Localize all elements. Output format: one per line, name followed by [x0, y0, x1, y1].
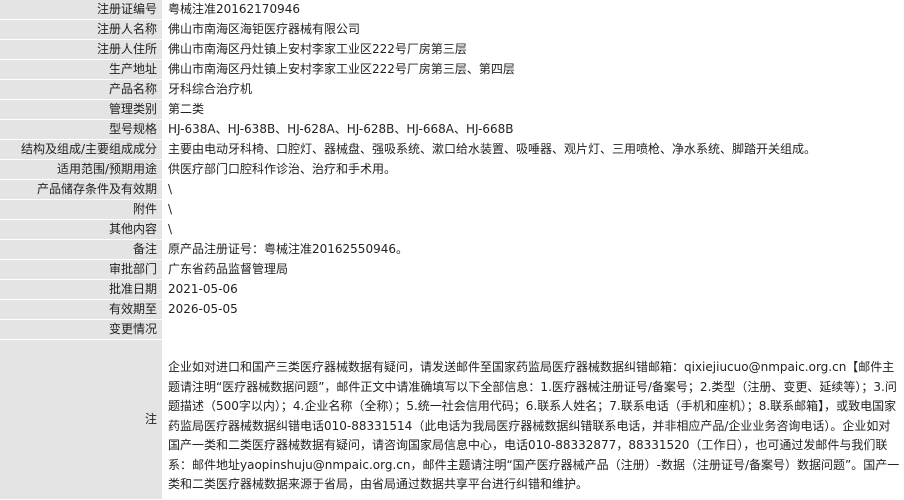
field-value: 供医疗部门口腔科作诊治、治疗和手术用。 — [162, 160, 904, 180]
field-label: 有效期至 — [0, 300, 162, 320]
info-row: 变更情况 — [0, 320, 904, 340]
note-text: 企业如对进口和国产三类医疗器械数据有疑问，请发送邮件至国家药监局医疗器械数据纠错… — [168, 360, 900, 491]
field-value: \ — [162, 200, 904, 220]
field-value — [162, 320, 904, 340]
field-label: 审批部门 — [0, 260, 162, 280]
registration-info-table: 注册证编号 粤械注准20162170946 注册人名称 佛山市南海区海钜医疗器械有限… — [0, 0, 904, 500]
field-value: \ — [162, 180, 904, 200]
field-value: 牙科综合治疗机 — [162, 80, 904, 100]
field-value: HJ-638A、HJ-638B、HJ-628A、HJ-628B、HJ-668A、… — [162, 120, 904, 140]
field-value: 广东省药品监督管理局 — [162, 260, 904, 280]
info-row: 结构及组成/主要组成成分 主要由电动牙科椅、口腔灯、器械盘、强吸系统、漱口给水装置… — [0, 140, 904, 160]
field-value: 2026-05-05 — [162, 300, 904, 320]
info-row: 产品名称 牙科综合治疗机 — [0, 80, 904, 100]
field-label: 批准日期 — [0, 280, 162, 300]
info-rows: 注册证编号 粤械注准20162170946 注册人名称 佛山市南海区海钜医疗器械有限… — [0, 0, 904, 500]
info-row: 注册人住所 佛山市南海区丹灶镇上安村李家工业区222号厂房第三层 — [0, 40, 904, 60]
field-value: 粤械注准20162170946 — [162, 0, 904, 20]
field-label: 管理类别 — [0, 100, 162, 120]
field-label: 注册人名称 — [0, 20, 162, 40]
field-value: \ — [162, 220, 904, 240]
field-label: 适用范围/预期用途 — [0, 160, 162, 180]
info-row: 管理类别 第二类 — [0, 100, 904, 120]
field-label: 产品储存条件及有效期 — [0, 180, 162, 200]
note-label: 注 — [0, 340, 162, 500]
field-label: 产品名称 — [0, 80, 162, 100]
field-label: 备注 — [0, 240, 162, 260]
field-value: 2021-05-06 — [162, 280, 904, 300]
info-row: 附件 \ — [0, 200, 904, 220]
field-label: 型号规格 — [0, 120, 162, 140]
field-label: 生产地址 — [0, 60, 162, 80]
note-row: 注 企业如对进口和国产三类医疗器械数据有疑问，请发送邮件至国家药监局医疗器械数据… — [0, 340, 904, 500]
info-row: 适用范围/预期用途 供医疗部门口腔科作诊治、治疗和手术用。 — [0, 160, 904, 180]
info-row: 生产地址 佛山市南海区丹灶镇上安村李家工业区222号厂房第三层、第四层 — [0, 60, 904, 80]
info-row: 注册证编号 粤械注准20162170946 — [0, 0, 904, 20]
field-label: 其他内容 — [0, 220, 162, 240]
info-row: 型号规格 HJ-638A、HJ-638B、HJ-628A、HJ-628B、HJ-6… — [0, 120, 904, 140]
info-row: 有效期至 2026-05-05 — [0, 300, 904, 320]
field-value: 佛山市南海区海钜医疗器械有限公司 — [162, 20, 904, 40]
field-label: 变更情况 — [0, 320, 162, 340]
info-row: 注册人名称 佛山市南海区海钜医疗器械有限公司 — [0, 20, 904, 40]
field-value: 原产品注册证号：粤械注准20162550946。 — [162, 240, 904, 260]
field-label: 附件 — [0, 200, 162, 220]
field-value: 佛山市南海区丹灶镇上安村李家工业区222号厂房第三层、第四层 — [162, 60, 904, 80]
field-value: 第二类 — [162, 100, 904, 120]
field-label: 结构及组成/主要组成成分 — [0, 140, 162, 160]
info-row: 批准日期 2021-05-06 — [0, 280, 904, 300]
info-row: 产品储存条件及有效期 \ — [0, 180, 904, 200]
info-row: 其他内容 \ — [0, 220, 904, 240]
field-label: 注册人住所 — [0, 40, 162, 60]
field-value: 佛山市南海区丹灶镇上安村李家工业区222号厂房第三层 — [162, 40, 904, 60]
info-row: 审批部门 广东省药品监督管理局 — [0, 260, 904, 280]
info-row: 备注 原产品注册证号：粤械注准20162550946。 — [0, 240, 904, 260]
field-value: 主要由电动牙科椅、口腔灯、器械盘、强吸系统、漱口给水装置、吸唾器、观片灯、三用喷… — [162, 140, 904, 160]
field-label: 注册证编号 — [0, 0, 162, 20]
